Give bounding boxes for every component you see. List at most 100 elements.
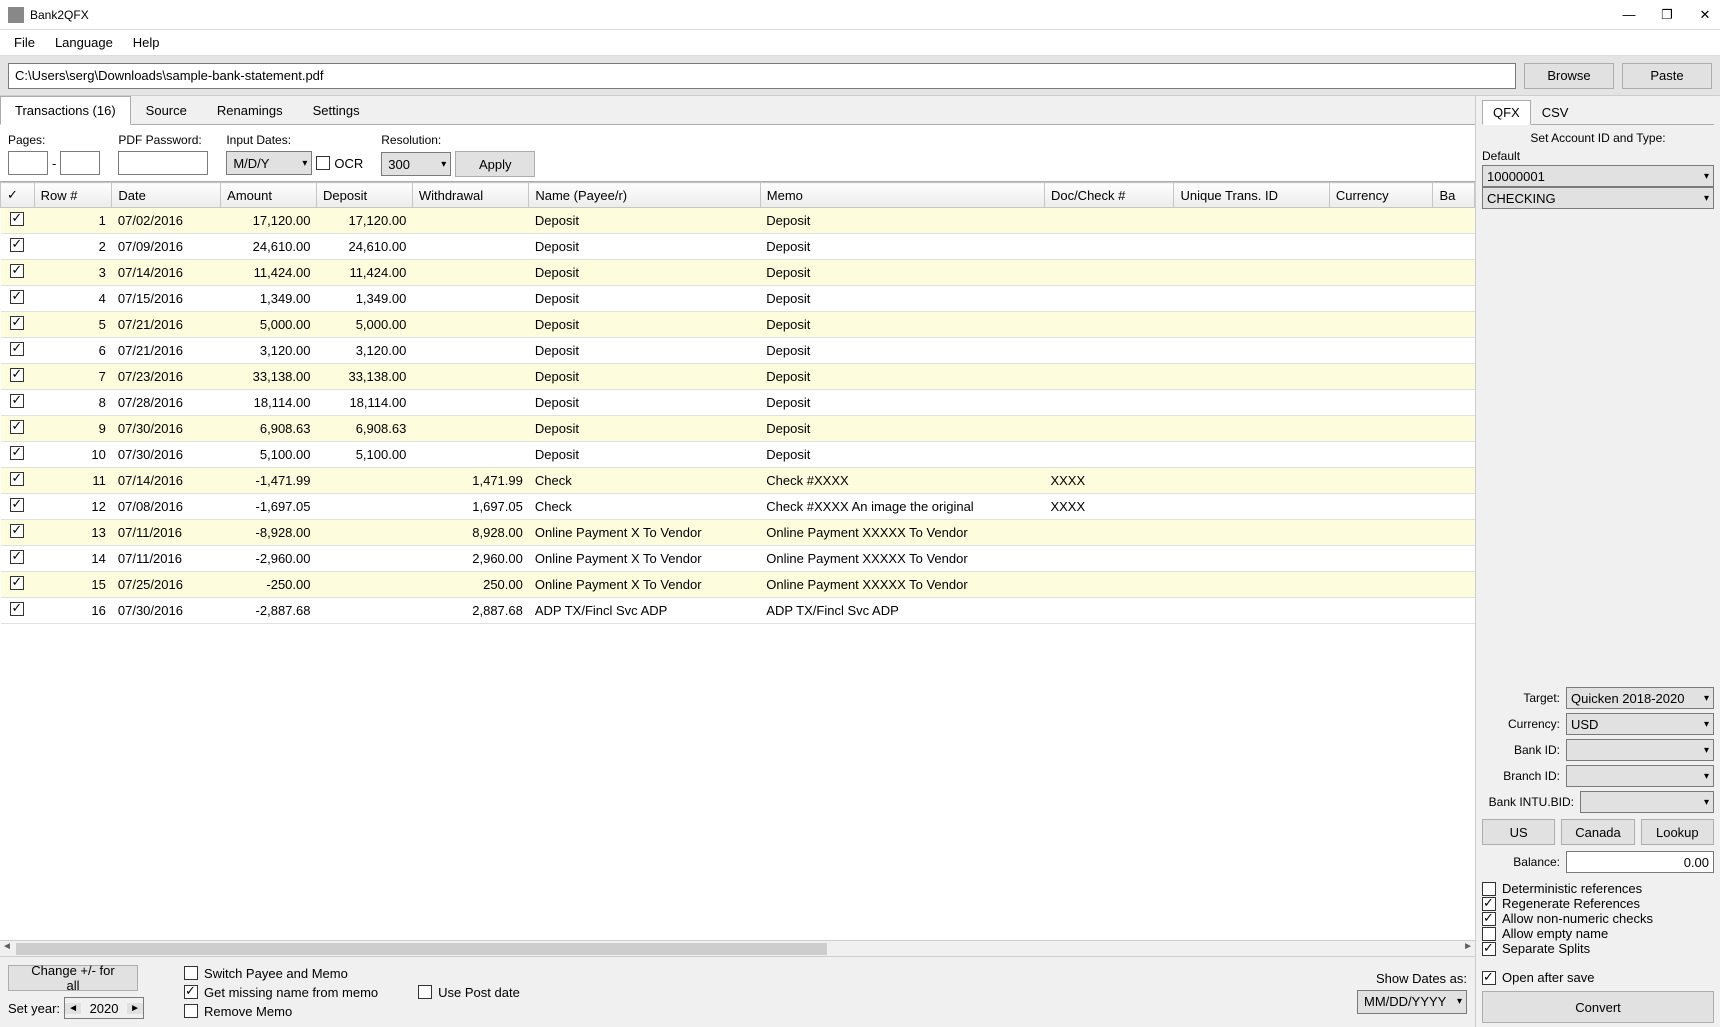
table-row[interactable]: 307/14/201611,424.0011,424.00DepositDepo… (1, 260, 1475, 286)
maximize-button[interactable]: ❐ (1660, 8, 1674, 22)
remove-memo-checkbox[interactable] (184, 1004, 198, 1018)
cell (412, 442, 529, 468)
table-row[interactable]: 107/02/201617,120.0017,120.00DepositDepo… (1, 208, 1475, 234)
file-path-input[interactable] (8, 63, 1516, 89)
col-header[interactable]: Memo (760, 183, 1044, 208)
row-checkbox[interactable] (10, 420, 24, 434)
row-checkbox[interactable] (10, 550, 24, 564)
tab-0[interactable]: Transactions (16) (0, 96, 131, 125)
row-checkbox[interactable] (10, 498, 24, 512)
menu-language[interactable]: Language (45, 31, 123, 54)
col-header[interactable]: Doc/Check # (1044, 183, 1174, 208)
row-checkbox[interactable] (10, 238, 24, 252)
bank-id-combo[interactable] (1566, 739, 1714, 761)
col-header[interactable]: Currency (1329, 183, 1433, 208)
cell (1174, 520, 1329, 546)
col-header[interactable]: Ba (1433, 183, 1475, 208)
row-checkbox[interactable] (10, 264, 24, 278)
lookup-button[interactable]: Lookup (1641, 819, 1714, 845)
table-row[interactable]: 607/21/20163,120.003,120.00DepositDeposi… (1, 338, 1475, 364)
table-row[interactable]: 507/21/20165,000.005,000.00DepositDeposi… (1, 312, 1475, 338)
table-row[interactable]: 907/30/20166,908.636,908.63DepositDeposi… (1, 416, 1475, 442)
pdf-password-input[interactable] (118, 151, 208, 175)
account-type-combo[interactable]: CHECKING (1482, 187, 1714, 209)
deterministic-refs-checkbox[interactable] (1482, 882, 1496, 896)
balance-input[interactable] (1566, 851, 1714, 873)
resolution-combo[interactable]: 300 (381, 152, 451, 176)
transactions-table-wrap[interactable]: ✓Row #DateAmountDepositWithdrawalName (P… (0, 181, 1475, 940)
account-id-combo[interactable]: 10000001 (1482, 165, 1714, 187)
canada-button[interactable]: Canada (1561, 819, 1634, 845)
close-button[interactable]: ✕ (1698, 8, 1712, 22)
regenerate-refs-checkbox[interactable] (1482, 897, 1496, 911)
table-row[interactable]: 707/23/201633,138.0033,138.00DepositDepo… (1, 364, 1475, 390)
row-checkbox[interactable] (10, 368, 24, 382)
output-tab-csv[interactable]: CSV (1531, 100, 1580, 125)
separate-splits-checkbox[interactable] (1482, 942, 1496, 956)
pages-to-input[interactable] (60, 151, 100, 175)
table-row[interactable]: 1307/11/2016-8,928.008,928.00Online Paym… (1, 520, 1475, 546)
col-header[interactable]: Date (112, 183, 221, 208)
use-post-date-checkbox[interactable] (418, 985, 432, 999)
show-dates-combo[interactable]: MM/DD/YYYY (1357, 990, 1467, 1014)
change-sign-button[interactable]: Change +/- for all (8, 965, 138, 991)
input-dates-combo[interactable]: M/D/Y (226, 151, 312, 175)
table-row[interactable]: 1607/30/2016-2,887.682,887.68ADP TX/Finc… (1, 598, 1475, 624)
table-row[interactable]: 807/28/201618,114.0018,114.00DepositDepo… (1, 390, 1475, 416)
table-row[interactable]: 1107/14/2016-1,471.991,471.99CheckCheck … (1, 468, 1475, 494)
year-spinner[interactable]: ◄ 2020 ► (64, 997, 144, 1019)
col-header[interactable]: Name (Payee/r) (529, 183, 760, 208)
table-row[interactable]: 1407/11/2016-2,960.002,960.00Online Paym… (1, 546, 1475, 572)
row-checkbox[interactable] (10, 316, 24, 330)
col-header[interactable]: Unique Trans. ID (1174, 183, 1329, 208)
switch-payee-checkbox[interactable] (184, 966, 198, 980)
table-row[interactable]: 1207/08/2016-1,697.051,697.05CheckCheck … (1, 494, 1475, 520)
table-row[interactable]: 407/15/20161,349.001,349.00DepositDeposi… (1, 286, 1475, 312)
minimize-button[interactable]: — (1622, 8, 1636, 22)
paste-button[interactable]: Paste (1622, 63, 1712, 89)
tab-2[interactable]: Renamings (202, 96, 298, 125)
year-prev-button[interactable]: ◄ (65, 1003, 81, 1014)
cell: 14 (34, 546, 112, 572)
tab-1[interactable]: Source (131, 96, 202, 125)
convert-button[interactable]: Convert (1482, 991, 1714, 1023)
us-button[interactable]: US (1482, 819, 1555, 845)
open-after-save-checkbox[interactable] (1482, 971, 1496, 985)
table-row[interactable]: 1507/25/2016-250.00250.00Online Payment … (1, 572, 1475, 598)
cell: Deposit (760, 260, 1044, 286)
browse-button[interactable]: Browse (1524, 63, 1614, 89)
branch-id-combo[interactable] (1566, 765, 1714, 787)
year-next-button[interactable]: ► (127, 1003, 143, 1014)
col-header[interactable]: Amount (221, 183, 317, 208)
cell (1174, 598, 1329, 624)
row-checkbox[interactable] (10, 576, 24, 590)
row-checkbox[interactable] (10, 602, 24, 616)
row-checkbox[interactable] (10, 472, 24, 486)
col-header[interactable]: ✓ (1, 183, 35, 208)
allow-nonnum-checkbox[interactable] (1482, 912, 1496, 926)
row-checkbox[interactable] (10, 446, 24, 460)
row-checkbox[interactable] (10, 524, 24, 538)
table-row[interactable]: 1007/30/20165,100.005,100.00DepositDepos… (1, 442, 1475, 468)
get-missing-name-checkbox[interactable] (184, 985, 198, 999)
currency-combo[interactable]: USD (1566, 713, 1714, 735)
allow-empty-name-checkbox[interactable] (1482, 927, 1496, 941)
col-header[interactable]: Withdrawal (412, 183, 529, 208)
output-tab-qfx[interactable]: QFX (1482, 100, 1531, 125)
row-checkbox[interactable] (10, 212, 24, 226)
horizontal-scrollbar[interactable] (0, 940, 1475, 956)
menu-help[interactable]: Help (123, 31, 170, 54)
pages-from-input[interactable] (8, 151, 48, 175)
menu-file[interactable]: File (4, 31, 45, 54)
tab-3[interactable]: Settings (298, 96, 375, 125)
row-checkbox[interactable] (10, 290, 24, 304)
row-checkbox[interactable] (10, 394, 24, 408)
target-combo[interactable]: Quicken 2018-2020 (1566, 687, 1714, 709)
ocr-checkbox[interactable] (316, 156, 330, 170)
table-row[interactable]: 207/09/201624,610.0024,610.00DepositDepo… (1, 234, 1475, 260)
intu-bid-combo[interactable] (1580, 791, 1714, 813)
row-checkbox[interactable] (10, 342, 24, 356)
col-header[interactable]: Deposit (316, 183, 412, 208)
col-header[interactable]: Row # (34, 183, 112, 208)
apply-button[interactable]: Apply (455, 151, 535, 177)
